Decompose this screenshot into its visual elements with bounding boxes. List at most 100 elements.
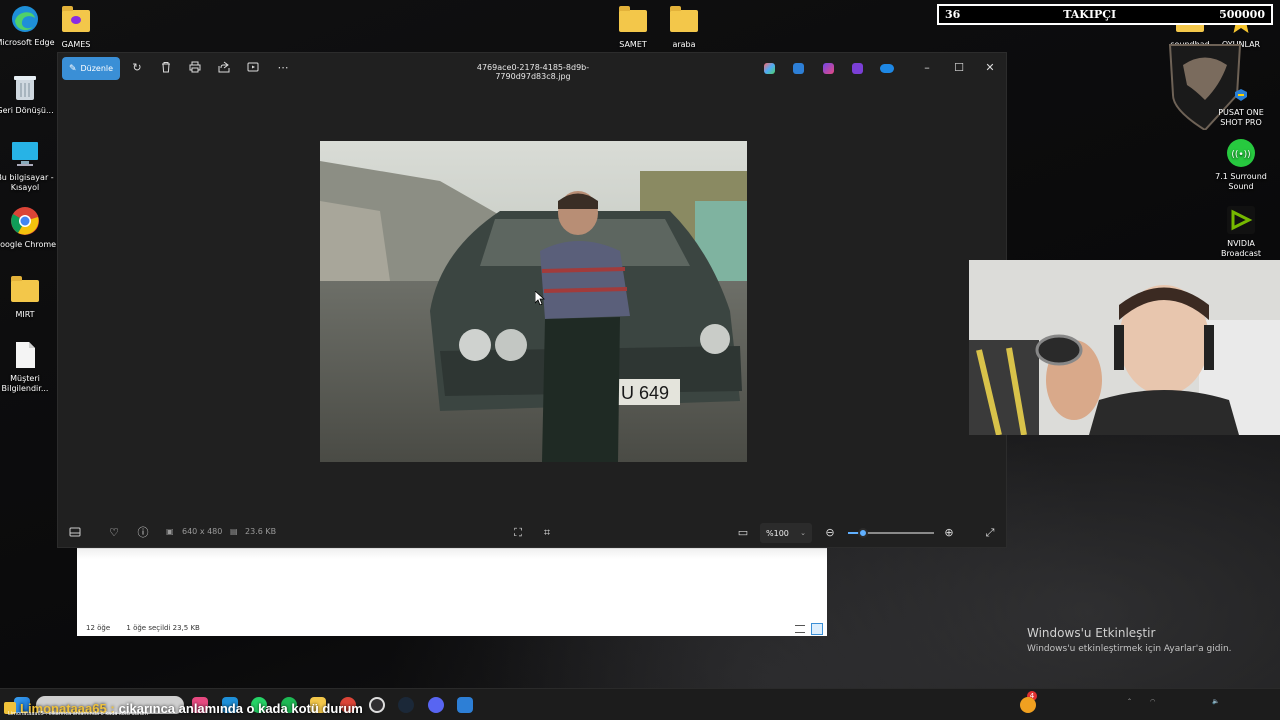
favorite-heart-icon[interactable]: ♡	[107, 526, 121, 540]
photos-title-bar: ✎ Düzenle ↻ ⋯ 4769ace0-2178-4185-8d9b-77…	[58, 53, 1006, 85]
desktop-icon-chrome[interactable]: Google Chrome	[0, 206, 57, 250]
scan-text-icon[interactable]: ⛶	[511, 526, 525, 540]
desktop-icon-label: Müşteri Bilgilendir...	[1, 374, 49, 393]
nvidia-icon	[1226, 205, 1256, 235]
onedrive-icon[interactable]	[880, 64, 894, 73]
fit-to-window-icon[interactable]: ▭	[736, 526, 750, 540]
file-explorer-window: 12 öğe 1 öğe seçildi 23,5 KB	[77, 548, 827, 636]
image-dimensions: 640 x 480	[182, 527, 223, 536]
maximize-button[interactable]: ☐	[949, 59, 969, 77]
fullscreen-icon[interactable]: ⤢	[983, 526, 997, 540]
wifi-icon[interactable]: ◠	[1150, 698, 1155, 705]
desktop-icon-label: araba	[672, 40, 696, 49]
desktop-icon-recycle-bin[interactable]: Geri Dönüşü...	[0, 72, 57, 116]
zoom-value: %100	[766, 528, 789, 538]
steam-icon[interactable]	[398, 697, 414, 713]
explorer-selection-info: 1 öğe seçildi 23,5 KB	[126, 624, 200, 632]
recycle-bin-icon	[10, 72, 40, 102]
tray-chevron-icon[interactable]: ⌃	[1127, 698, 1132, 705]
pusat-icon	[1226, 86, 1256, 104]
more-options-icon[interactable]: ⋯	[276, 61, 290, 75]
volume-icon[interactable]: 🔈	[1212, 698, 1219, 705]
zoom-dropdown[interactable]: %100 ⌄	[760, 523, 812, 543]
chrome-icon	[10, 206, 40, 236]
file-name: 4769ace0-2178-4185-8d9b-7790d97d83c8.jpg	[476, 63, 590, 81]
windows-activation-watermark: Windows'u Etkinleştir Windows'u etkinleş…	[1027, 626, 1232, 654]
follower-goal-bar: 36 TAKIPÇI 500000	[937, 4, 1273, 25]
clipchamp-icon[interactable]	[823, 63, 834, 74]
this-pc-icon	[10, 139, 40, 169]
svg-text:U 649: U 649	[621, 383, 669, 403]
folder-icon	[61, 6, 91, 36]
filmstrip-icon[interactable]	[68, 526, 82, 540]
folder-icon	[669, 6, 699, 36]
desktop-icon-label: PUSAT ONE SHOT PRO	[1218, 108, 1264, 127]
obs-icon[interactable]	[369, 697, 385, 713]
desktop-icon-mirt[interactable]: MIRT	[0, 276, 57, 320]
edit-button-label: Düzenle	[80, 64, 114, 73]
desktop-icon-label: SAMET	[619, 40, 647, 49]
file-size-icon: ▤	[230, 527, 238, 536]
image-file-size: 23.6 KB	[245, 527, 277, 536]
image-icon: ▣	[166, 527, 174, 536]
desktop-icon-surround[interactable]: ((•)) 7.1 Surround Sound	[1209, 138, 1273, 192]
desktop-icon-araba[interactable]: araba	[652, 6, 716, 50]
desktop-icon-label: Geri Dönüşü...	[0, 106, 54, 115]
desktop-icon-label: Bu bilgisayar - Kısayol	[0, 173, 54, 192]
edit-icon: ✎	[68, 63, 77, 74]
surround-icon: ((•))	[1226, 138, 1256, 168]
desktop-icon-document[interactable]: Müşteri Bilgilendir...	[0, 340, 57, 394]
chat-message-small: Limonataaa65 : cikarınca anlamında o kad…	[8, 711, 148, 717]
explorer-item-count: 12 öğe	[86, 624, 111, 632]
activation-subtitle: Windows'u etkinleştirmek için Ayarlar'a …	[1027, 644, 1232, 654]
share-icon[interactable]	[217, 61, 231, 75]
svg-text:((•)): ((•))	[1231, 150, 1250, 160]
tiles-view-icon[interactable]	[811, 623, 823, 635]
folder-icon	[10, 276, 40, 306]
desktop-icon-pusat[interactable]: PUSAT ONE SHOT PRO	[1209, 86, 1273, 128]
edit-button[interactable]: ✎ Düzenle	[62, 57, 120, 80]
desktop-icon-label: 7.1 Surround Sound	[1215, 172, 1267, 191]
desktop-icon-nvidia-broadcast[interactable]: NVIDIA Broadcast	[1209, 205, 1273, 259]
desktop-icon-label: MIRT	[15, 310, 35, 319]
mouse-cursor	[534, 290, 546, 309]
slideshow-icon[interactable]	[246, 61, 260, 75]
copilot-icon[interactable]	[764, 63, 775, 74]
chevron-down-icon: ⌄	[800, 529, 806, 537]
details-view-icon[interactable]	[795, 625, 805, 633]
weather-icon[interactable]	[1020, 697, 1036, 713]
desktop-icon-label: NVIDIA Broadcast	[1220, 239, 1262, 258]
info-icon[interactable]: ⓘ	[136, 526, 150, 540]
designer-icon[interactable]	[793, 63, 804, 74]
follower-goal: 500000	[1219, 8, 1265, 21]
folder-icon	[618, 6, 648, 36]
close-button[interactable]: ✕	[980, 59, 1000, 77]
zoom-out-icon[interactable]: ⊖	[823, 526, 837, 540]
follower-label: TAKIPÇI	[1063, 8, 1117, 21]
photos-bottom-bar: ♡ ⓘ ▣ 640 x 480 ▤ 23.6 KB ⛶ ⌗ ▭ %100 ⌄ ⊖…	[58, 517, 1006, 549]
photos-icon[interactable]	[457, 697, 473, 713]
delete-icon[interactable]	[159, 61, 173, 75]
activation-title: Windows'u Etkinleştir	[1027, 626, 1156, 640]
print-icon[interactable]	[188, 61, 202, 75]
follower-count: 36	[945, 8, 961, 21]
desktop-icon-label: GAMES	[61, 40, 91, 49]
desktop-icon-label: Google Chrome	[0, 240, 57, 249]
chat-message: cikarınca anlamında o kada kotü durum	[118, 700, 363, 716]
desktop-icon-games[interactable]: GAMES	[44, 6, 108, 50]
minimize-button[interactable]: –	[917, 59, 937, 77]
photos-app-window: ✎ Düzenle ↻ ⋯ 4769ace0-2178-4185-8d9b-77…	[57, 52, 1007, 548]
discord-icon[interactable]	[428, 697, 444, 713]
document-icon	[10, 340, 40, 370]
explorer-status-bar: 12 öğe 1 öğe seçildi 23,5 KB	[86, 624, 200, 632]
video-editor-icon[interactable]	[852, 63, 863, 74]
edge-icon	[10, 4, 40, 34]
zoom-slider[interactable]	[848, 528, 934, 538]
zoom-slider-thumb[interactable]	[858, 528, 869, 538]
webcam-overlay	[969, 260, 1280, 435]
visual-search-icon[interactable]: ⌗	[540, 526, 554, 540]
displayed-photo[interactable]: U 649	[320, 141, 747, 462]
rotate-icon[interactable]: ↻	[130, 61, 144, 75]
zoom-in-icon[interactable]: ⊕	[942, 526, 956, 540]
desktop-icon-this-pc[interactable]: Bu bilgisayar - Kısayol	[0, 139, 57, 193]
